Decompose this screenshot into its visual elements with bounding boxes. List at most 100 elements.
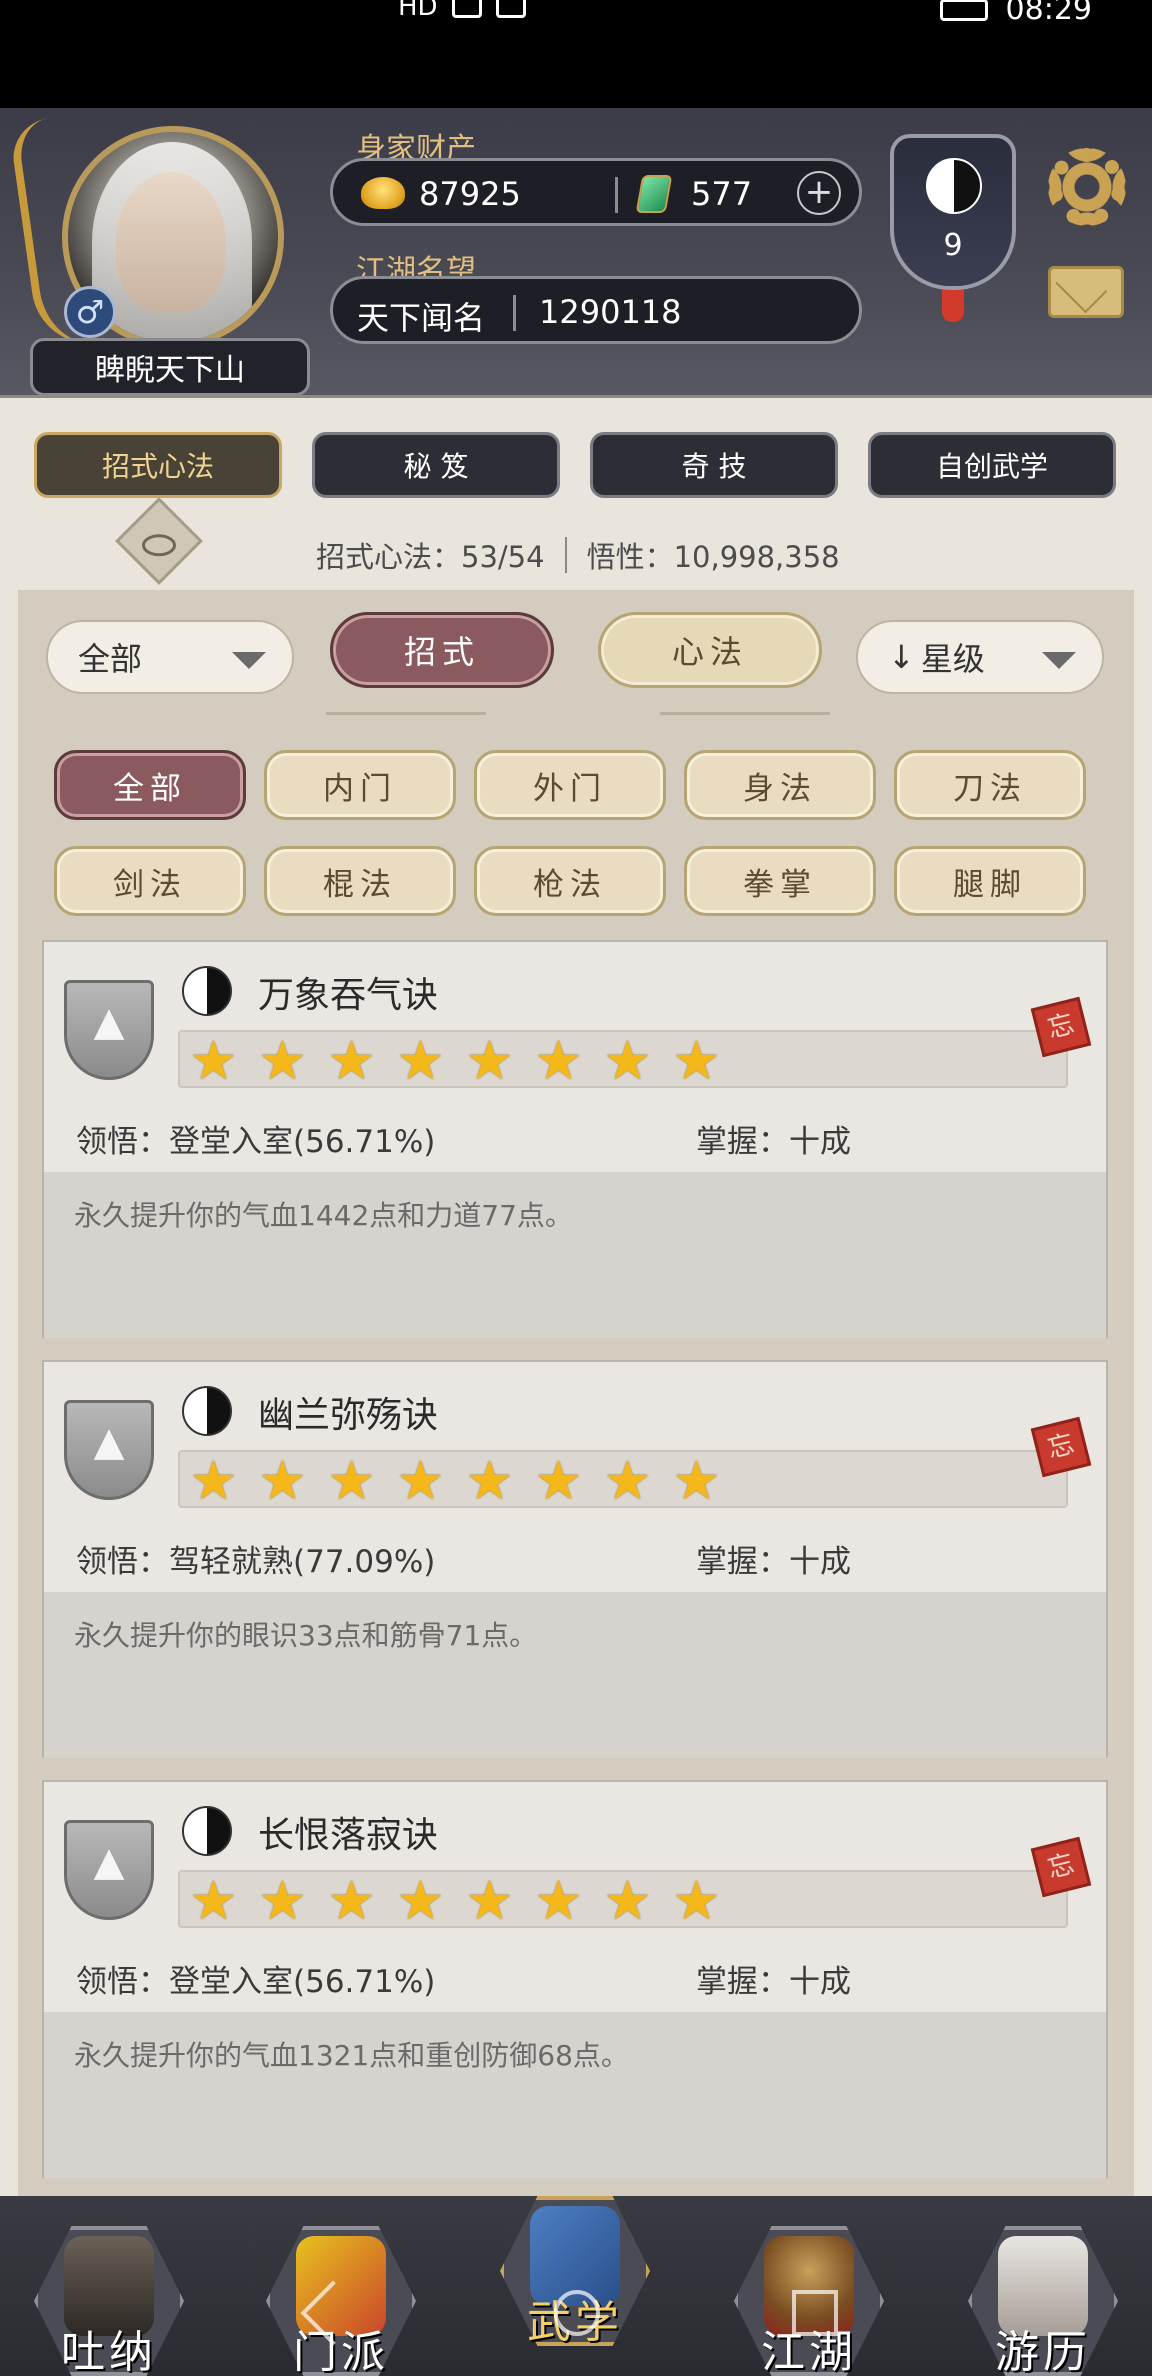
chip-leg[interactable]: 腿脚	[894, 846, 1086, 916]
category-dropdown[interactable]: 全部	[46, 620, 294, 694]
chevron-down-icon	[232, 652, 266, 669]
chip-staff[interactable]: 棍法	[264, 846, 456, 916]
jade-amount: 577	[691, 175, 753, 213]
star-icon: ★	[327, 1869, 376, 1932]
forget-seal-icon[interactable]: 忘	[1030, 996, 1092, 1058]
clock-time: 08:29	[1005, 0, 1092, 27]
chip-sword[interactable]: 剑法	[54, 846, 246, 916]
skill-mastery: 掌握：十成	[696, 1124, 851, 1160]
nav-label: 游历	[995, 2327, 1091, 2376]
skill-description: 永久提升你的气血1442点和力道77点。	[44, 1172, 1106, 1338]
status-icons-right: 08:29	[939, 0, 1092, 27]
forget-seal-icon[interactable]: 忘	[1030, 1836, 1092, 1898]
skill-comprehension: 领悟：登堂入室(56.71%)	[76, 1964, 436, 2000]
nav-meditate[interactable]: 吐纳	[34, 2216, 184, 2376]
star-icon: ★	[465, 1029, 514, 1092]
star-icon: ★	[534, 1869, 583, 1932]
skill-comprehension: 领悟：登堂入室(56.71%)	[76, 1124, 436, 1160]
chip-outer[interactable]: 外门	[474, 750, 666, 820]
upgrade-shield-icon[interactable]	[64, 980, 154, 1080]
gold-amount: 87925	[419, 175, 521, 213]
status-icons-left: HD	[398, 0, 526, 22]
male-icon: ♂	[64, 286, 116, 338]
mail-icon[interactable]	[1048, 266, 1124, 318]
skill-card[interactable]: 万象吞气诀 ★ ★ ★ ★ ★ ★ ★ ★ 忘 领悟：登堂入室(56.71%) 掌握：十成 永…	[42, 940, 1108, 1338]
fame-divider	[513, 295, 516, 331]
chip-spear[interactable]: 枪法	[474, 846, 666, 916]
tab-moves-and-methods[interactable]: 招式心法	[34, 432, 282, 498]
skill-comprehension: 领悟：驾轻就熟(77.09%)	[76, 1544, 436, 1580]
category-dropdown-value: 全部	[78, 640, 143, 678]
gold-ingot-icon	[361, 177, 405, 209]
segment-methods[interactable]: 心法	[598, 612, 822, 688]
sort-arrow-icon: ↓	[888, 638, 915, 676]
star-icon: ★	[672, 1029, 721, 1092]
skill-card[interactable]: 长恨落寂诀 ★ ★ ★ ★ ★ ★ ★ ★ 忘 领悟：登堂入室(56.71%) 掌握：十成 永…	[42, 1780, 1108, 2178]
chip-saber[interactable]: 刀法	[894, 750, 1086, 820]
sort-dropdown-value: 星级	[920, 640, 985, 678]
nav-travel[interactable]: 游历	[968, 2216, 1118, 2376]
star-icon: ★	[603, 1449, 652, 1512]
wealth-divider	[615, 177, 618, 213]
player-name: 睥睨天下山	[30, 338, 310, 396]
add-currency-button[interactable]: +	[797, 171, 841, 215]
stats-line: 招式心法：53/54 悟性：10,998,358	[316, 534, 840, 576]
star-icon: ★	[258, 1029, 307, 1092]
chip-inner[interactable]: 内门	[264, 750, 456, 820]
jade-icon	[635, 175, 673, 213]
fame-value: 1290118	[539, 293, 682, 331]
tab-special-skills[interactable]: 奇 技	[590, 432, 838, 498]
star-icon: ★	[396, 1029, 445, 1092]
yin-yang-icon	[182, 1806, 232, 1856]
skill-name: 长恨落寂诀	[258, 1815, 439, 1856]
star-icon: ★	[465, 1869, 514, 1932]
skill-card[interactable]: 幽兰弥殇诀 ★ ★ ★ ★ ★ ★ ★ ★ 忘 领悟：驾轻就熟(77.09%) 掌握：十成 永…	[42, 1360, 1108, 1758]
yin-yang-icon	[182, 1386, 232, 1436]
star-icon: ★	[327, 1449, 376, 1512]
chip-movement[interactable]: 身法	[684, 750, 876, 820]
system-home-icon[interactable]	[554, 2290, 600, 2336]
battery-icon	[939, 0, 988, 21]
chip-fist[interactable]: 拳掌	[684, 846, 876, 916]
avatar-face	[116, 172, 226, 312]
insight-value: 悟性：10,998,358	[586, 540, 840, 574]
star-rating: ★ ★ ★ ★ ★ ★ ★ ★	[178, 1449, 1068, 1512]
forget-seal-icon[interactable]: 忘	[1030, 1416, 1092, 1478]
tab-secret-manuals[interactable]: 秘 笈	[312, 432, 560, 498]
top-tabs: 招式心法 秘 笈 奇 技 自创武学	[0, 432, 1152, 502]
level-number: 9	[943, 228, 963, 263]
star-icon: ★	[189, 1029, 238, 1092]
upgrade-shield-icon[interactable]	[64, 1400, 154, 1500]
chip-all[interactable]: 全部	[54, 750, 246, 820]
stats-divider	[564, 537, 567, 573]
tab-custom-martial-arts[interactable]: 自创武学	[868, 432, 1116, 498]
star-icon: ★	[672, 1869, 721, 1932]
tassel-icon	[942, 290, 964, 322]
skills-count: 招式心法：53/54	[316, 540, 545, 574]
segment-moves[interactable]: 招式	[330, 612, 554, 688]
ornament-divider-right	[660, 712, 830, 715]
bottom-nav: 吐纳 门派 武学 江湖 游历	[0, 2196, 1152, 2376]
sort-dropdown[interactable]: ↓ 星级	[856, 620, 1104, 694]
signal-icon	[451, 0, 482, 18]
fame-title: 天下闻名	[357, 299, 486, 337]
hd-icon: HD	[398, 0, 438, 22]
gear-icon[interactable]	[1048, 148, 1126, 226]
system-recents-icon[interactable]	[792, 2290, 838, 2336]
skill-name: 万象吞气诀	[258, 975, 439, 1016]
wifi-icon	[495, 0, 526, 18]
star-icon: ★	[189, 1449, 238, 1512]
eye-icon[interactable]	[115, 497, 203, 585]
star-icon: ★	[603, 1029, 652, 1092]
wealth-bar: 87925 577 +	[330, 158, 862, 226]
star-icon: ★	[396, 1449, 445, 1512]
star-icon: ★	[258, 1449, 307, 1512]
star-icon: ★	[534, 1449, 583, 1512]
skill-mastery: 掌握：十成	[696, 1964, 851, 2000]
star-icon: ★	[603, 1869, 652, 1932]
fame-bar: 天下闻名 1290118	[330, 276, 862, 344]
level-badge[interactable]: 9	[890, 134, 1016, 322]
upgrade-shield-icon[interactable]	[64, 1820, 154, 1920]
star-rating: ★ ★ ★ ★ ★ ★ ★ ★	[178, 1869, 1068, 1932]
skill-description: 永久提升你的眼识33点和筋骨71点。	[44, 1592, 1106, 1758]
